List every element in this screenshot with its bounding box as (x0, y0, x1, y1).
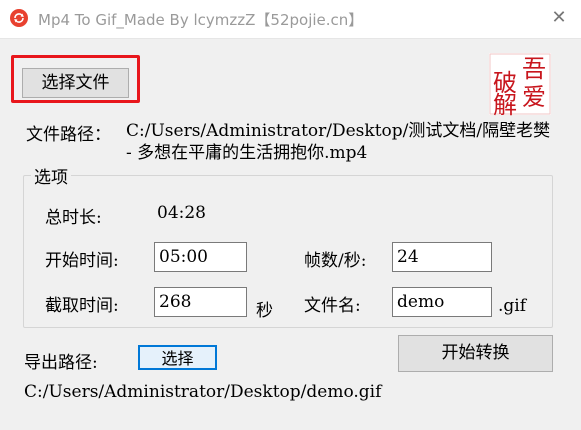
seal-logo: 吾 破 爱 解 (489, 53, 551, 116)
fps-label: 帧数/秒: (304, 251, 367, 271)
svg-text:解: 解 (493, 91, 517, 116)
export-path-value: C:/Users/Administrator/Desktop/demo.gif (24, 382, 382, 402)
select-file-button[interactable]: 选择文件 (22, 68, 129, 98)
title-bar: Mp4 To Gif_Made By lcymzzZ【52pojie.cn】 ✕ (0, 0, 581, 39)
clip-unit: 秒 (256, 301, 273, 321)
file-path-label: 文件路径： (26, 125, 111, 145)
duration-label: 总时长: (45, 208, 102, 228)
app-icon (10, 9, 28, 27)
file-path-value: C:/Users/Administrator/Desktop/测试文档/隔壁老樊… (126, 121, 551, 163)
window-title: Mp4 To Gif_Made By lcymzzZ【52pojie.cn】 (38, 11, 364, 29)
fps-input[interactable]: 24 (392, 242, 492, 272)
svg-text:吾: 吾 (522, 55, 546, 83)
clip-time-input[interactable]: 268 (154, 287, 247, 317)
duration-value: 04:28 (157, 203, 206, 223)
close-icon[interactable]: ✕ (548, 7, 570, 29)
select-export-button[interactable]: 选择 (138, 345, 217, 370)
filename-input[interactable]: demo (392, 287, 492, 317)
options-group-title: 选项 (31, 163, 71, 188)
filename-ext: .gif (498, 296, 527, 316)
start-convert-button[interactable]: 开始转换 (398, 335, 553, 372)
start-time-input[interactable]: 05:00 (154, 242, 247, 272)
filename-label: 文件名: (304, 296, 361, 316)
svg-text:爱: 爱 (522, 83, 546, 111)
start-time-label: 开始时间: (45, 251, 119, 271)
export-path-label: 导出路径: (24, 353, 98, 373)
clip-time-label: 截取时间: (45, 296, 119, 316)
